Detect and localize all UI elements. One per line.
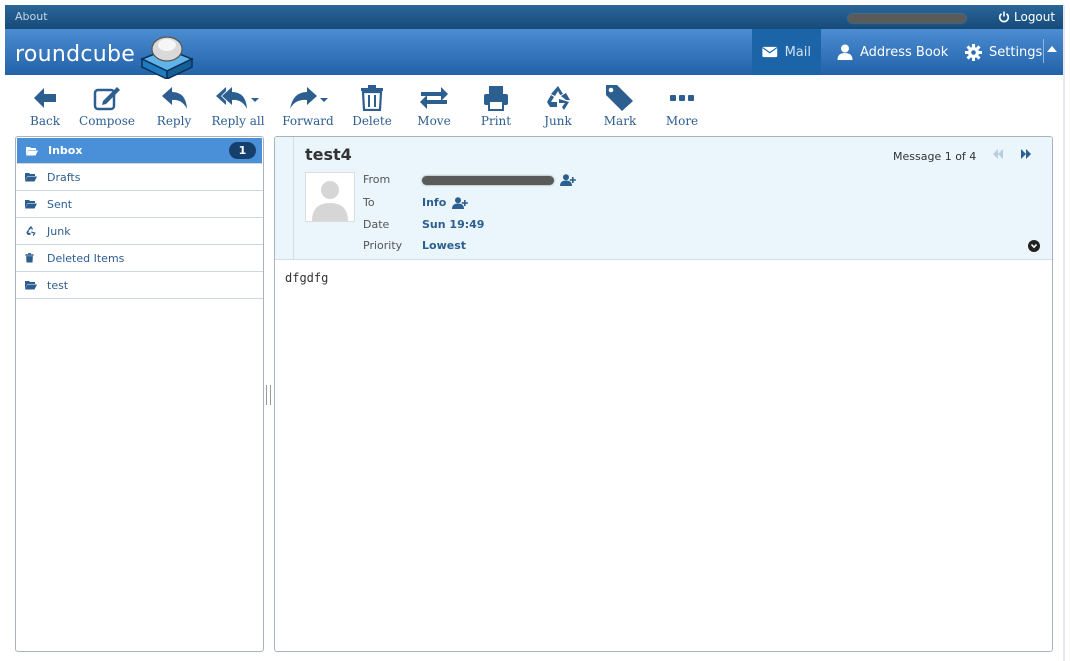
junk-button[interactable]: Junk — [528, 80, 588, 128]
collapse-header-button[interactable] — [1043, 39, 1057, 63]
reply-icon — [162, 87, 187, 109]
next-message-icon[interactable] — [1020, 149, 1032, 159]
username-redacted — [848, 14, 966, 23]
folder-junk[interactable]: Junk — [16, 218, 263, 245]
compose-icon — [93, 87, 120, 111]
tab-mail-label: Mail — [784, 44, 811, 60]
reply-all-icon — [216, 87, 259, 109]
trash-icon — [25, 253, 34, 263]
delete-button[interactable]: Delete — [342, 80, 402, 128]
reply-all-button[interactable]: Reply all — [209, 80, 267, 128]
folder-test[interactable]: test — [16, 272, 263, 299]
more-button[interactable]: More — [652, 80, 712, 128]
tag-icon — [606, 85, 633, 111]
from-label: From — [363, 173, 391, 186]
move-button[interactable]: Move — [404, 80, 464, 128]
date-value: Sun 19:49 — [422, 218, 485, 231]
back-button[interactable]: Back — [15, 80, 75, 128]
header-gutter — [275, 137, 294, 260]
date-label: Date — [363, 218, 390, 231]
junk-label: Junk — [544, 114, 572, 128]
add-contact-icon[interactable] — [560, 174, 576, 186]
logout-button[interactable]: Logout — [998, 10, 1055, 24]
compose-button[interactable]: Compose — [77, 80, 137, 128]
to-value: Info — [422, 196, 469, 209]
message-view: test4 Message 1 of 4 From To Info Date S… — [274, 136, 1053, 652]
envelope-icon — [762, 46, 778, 58]
first-message-icon[interactable] — [992, 149, 1004, 159]
mark-button[interactable]: Mark — [590, 80, 650, 128]
folder-label: test — [47, 278, 69, 292]
to-label: To — [363, 196, 375, 209]
folder-label: Junk — [47, 224, 71, 238]
recycle-icon — [26, 225, 36, 237]
gear-icon — [965, 43, 982, 61]
forward-icon — [290, 87, 328, 109]
printer-icon — [484, 86, 508, 111]
person-placeholder-icon — [312, 181, 348, 221]
trash-icon — [361, 85, 383, 111]
print-button[interactable]: Print — [466, 80, 526, 128]
move-icon — [420, 87, 448, 109]
message-subject: test4 — [305, 145, 352, 164]
tab-settings-label: Settings — [989, 44, 1043, 60]
folder-label: Deleted Items — [47, 251, 125, 265]
chevron-down-icon — [1030, 243, 1038, 249]
tab-settings[interactable]: Settings — [955, 29, 1052, 75]
toggle-headers-button[interactable] — [1028, 240, 1040, 252]
add-contact-icon[interactable] — [452, 196, 469, 209]
reply-label: Reply — [156, 114, 192, 128]
folder-open-icon — [25, 200, 37, 209]
move-label: Move — [417, 114, 451, 128]
header-bar: roundcube Mail Address Book Settings — [5, 29, 1063, 79]
logout-label: Logout — [1014, 10, 1056, 24]
folder-list: Inbox 1 Drafts Sent Junk Deleted Items t… — [15, 136, 264, 652]
folder-inbox[interactable]: Inbox 1 — [17, 138, 262, 164]
about-link[interactable]: About — [15, 10, 48, 23]
message-header: test4 Message 1 of 4 From To Info Date S… — [275, 137, 1052, 260]
recipient-link[interactable]: Info — [422, 196, 446, 209]
message-counter: Message 1 of 4 — [893, 150, 977, 163]
tab-mail[interactable]: Mail — [752, 29, 821, 75]
folder-drafts[interactable]: Drafts — [16, 164, 263, 191]
priority-label: Priority — [363, 239, 403, 252]
logo-text: roundcube — [15, 42, 136, 67]
from-value — [422, 174, 576, 186]
more-label: More — [665, 114, 699, 128]
roundcube-logo-icon — [140, 36, 194, 79]
recycle-icon — [547, 86, 570, 110]
unread-count-badge: 1 — [229, 142, 256, 159]
pane-splitter[interactable] — [266, 385, 271, 405]
folder-open-icon — [26, 146, 38, 155]
folder-label: Drafts — [47, 170, 81, 184]
delete-label: Delete — [352, 114, 392, 128]
print-label: Print — [480, 114, 512, 128]
power-icon — [998, 11, 1010, 23]
folder-deleted-items[interactable]: Deleted Items — [16, 245, 263, 272]
folder-label: Sent — [47, 197, 73, 211]
reply-all-label: Reply all — [211, 114, 265, 128]
more-dots-icon — [670, 95, 694, 101]
folder-open-icon — [25, 281, 37, 290]
forward-button[interactable]: Forward — [278, 80, 338, 128]
forward-label: Forward — [282, 114, 334, 128]
message-body: dfgdfg — [285, 271, 329, 285]
tab-address-book-label: Address Book — [860, 44, 949, 60]
reply-button[interactable]: Reply — [144, 80, 204, 128]
compose-label: Compose — [79, 114, 135, 128]
folder-label: Inbox — [48, 144, 83, 157]
sender-redacted[interactable] — [422, 175, 554, 185]
folder-open-icon — [25, 173, 37, 182]
mark-label: Mark — [603, 114, 637, 128]
arrow-left-icon — [34, 88, 56, 108]
caret-up-icon — [1047, 46, 1057, 52]
folder-sent[interactable]: Sent — [16, 191, 263, 218]
priority-value: Lowest — [422, 239, 466, 252]
window-edge — [1063, 5, 1065, 661]
person-icon — [837, 44, 853, 60]
tab-address-book[interactable]: Address Book — [827, 29, 958, 75]
back-label: Back — [30, 114, 60, 128]
contact-photo — [305, 172, 355, 222]
top-line: About Logout — [5, 5, 1063, 29]
